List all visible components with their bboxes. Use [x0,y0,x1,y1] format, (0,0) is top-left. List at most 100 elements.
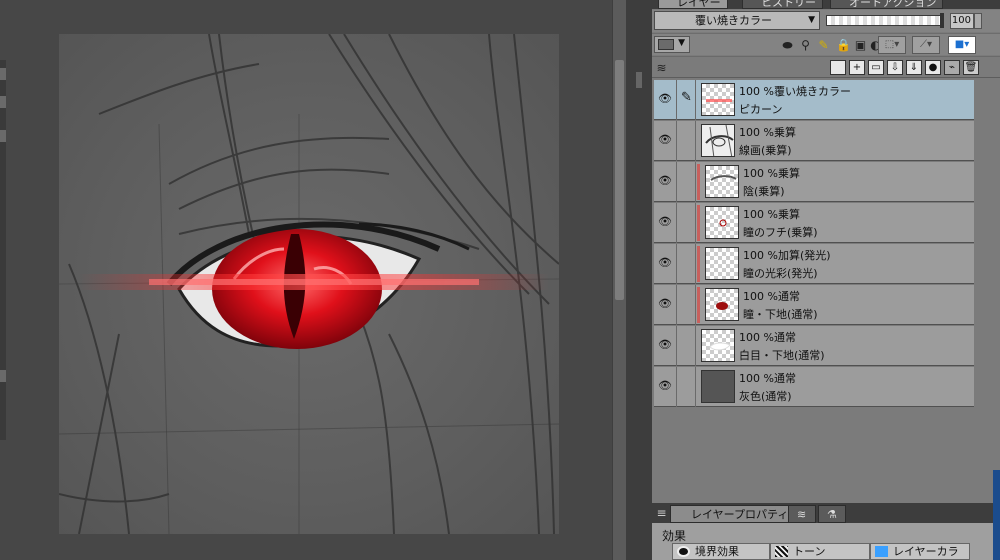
layer-opacity-mode: 100 %通常 [739,331,796,344]
layer-edit-toggle[interactable] [676,326,696,366]
opacity-slider[interactable] [826,13,944,28]
layer-thumbnail [701,370,735,403]
clipping-indicator [697,164,700,200]
layer-opacity-mode: 100 %通常 [743,290,800,303]
drawing-canvas[interactable] [59,34,559,534]
layer-opacity-mode: 100 %覆い焼きカラー [739,85,851,98]
chevron-down-icon: ▼ [808,15,815,25]
layer-name: 線画(乗算) [739,144,792,157]
layer-color-button[interactable]: ▼ [654,36,690,53]
layer-color-icon [875,546,888,557]
layer-row[interactable]: 👁 100 %通常瞳・下地(通常) [654,285,974,325]
layer-tools-row: ▼ ⬬ ⚲ ✎ 🔒 ▣ ◐ ⬚▾ ⟋▾ ■▾ [652,33,1000,55]
button-label: レイヤーカラー [893,545,959,558]
eye-icon[interactable]: 👁 [658,93,672,105]
eye-icon[interactable]: 👁 [658,339,672,351]
tone-button[interactable]: トーン [770,543,870,560]
opacity-spinner[interactable] [974,13,982,29]
layer-thumbnail [701,83,735,116]
layer-name: 瞳の光彩(発光) [743,267,818,280]
ruler-display-button[interactable]: ⟋▾ [912,36,940,54]
layer-edit-toggle[interactable] [676,162,696,202]
layer-row[interactable]: 👁 100 %乗算 線画(乗算) [654,121,974,161]
opacity-input[interactable]: 100 [950,13,974,29]
layer-row[interactable]: 👁 100 %通常白目・下地(通常) [654,326,974,366]
new-folder-icon[interactable]: ▭ [868,60,884,75]
edge-handle[interactable] [0,370,6,382]
transfer-down-icon[interactable]: ⇩ [887,60,903,75]
panel-menu-icon[interactable]: ≋ [654,60,669,76]
layer-row[interactable]: 👁 100 %乗算 瞳のフチ(乗算) [654,203,974,243]
layer-edit-toggle[interactable] [676,203,696,243]
layer-edit-toggle[interactable] [676,285,696,325]
layer-name: 陰(乗算) [743,185,785,198]
layer-opacity-mode: 100 %乗算 [743,208,800,221]
clipping-indicator [697,205,700,241]
tab-auto-action[interactable]: オートアクション [830,0,944,9]
new-raster-layer-icon[interactable] [830,60,846,75]
layer-edit-toggle[interactable] [676,367,696,407]
slider-handle[interactable] [940,13,944,28]
canvas-area[interactable] [0,0,612,560]
layer-thumbnail [705,247,739,280]
clipping-icon[interactable]: ⬬ [780,37,795,53]
eye-icon[interactable]: 👁 [658,257,672,269]
merge-down-icon[interactable]: ⇓ [906,60,922,75]
layer-row[interactable]: 👁 100 %加算(発光) 瞳の光彩(発光) [654,244,974,284]
clipping-indicator [697,246,700,282]
canvas-vertical-scrollbar[interactable] [612,0,626,560]
tone-icon [775,546,788,557]
layer-list-scrollbar[interactable] [976,80,998,410]
apply-mask-icon[interactable]: ⌁ [944,60,960,75]
button-label: トーン [793,545,826,558]
layer-edit-toggle[interactable] [676,121,696,161]
layers-icon: ≋ [797,508,807,521]
tab-history[interactable]: ヒストリー [742,0,823,9]
layer-color-effect-button[interactable]: レイヤーカラー [870,543,970,560]
layer-list: 👁 ✎ 100 %覆い焼きカラー ピカーン 👁 100 %乗算 線画(乗算) 👁 100 %乗算… [654,80,1000,410]
edge-handle[interactable] [0,130,6,142]
divider-handle[interactable] [636,72,642,88]
layer-opacity-mode: 100 %乗算 [743,167,800,180]
layer-thumbnail [701,329,735,362]
lock-icon[interactable]: 🔒 [836,37,851,53]
eye-icon[interactable]: 👁 [658,298,672,310]
layer-color-swatch-icon: ■▾ [954,39,970,50]
panel-divider[interactable] [626,0,652,560]
eye-icon[interactable]: 👁 [658,175,672,187]
reference-layer-icon[interactable]: ⚲ [798,37,813,53]
tab-layer-property[interactable]: レイヤープロパティ [670,505,796,523]
tab-layer-search[interactable]: ≋ [788,505,816,523]
layer-name: 白目・下地(通常) [739,349,825,362]
layer-thumbnail [705,288,739,321]
blend-mode-select[interactable]: 覆い焼きカラー ▼ [654,11,820,30]
eye-icon[interactable]: 👁 [658,216,672,228]
layer-name: 瞳・下地(通常) [743,308,818,321]
edge-handle[interactable] [0,96,6,108]
mask-display-button[interactable]: ⬚▾ [878,36,906,54]
lock-transparency-icon[interactable]: ▣ [853,37,868,53]
eye-icon[interactable]: 👁 [658,380,672,392]
right-edge-accent [993,470,1000,560]
layer-property-panel: 効果 境界効果 トーン レイヤーカラー [652,523,1000,560]
eye-icon[interactable]: 👁 [658,134,672,146]
layer-row[interactable]: 👁 ✎ 100 %覆い焼きカラー ピカーン [654,80,974,120]
layer-thumbnail [705,206,739,239]
delete-layer-icon[interactable]: 🗑 [963,60,979,75]
layer-thumbnail [701,124,735,157]
layer-color-swatch-button[interactable]: ■▾ [948,36,976,54]
tab-layer[interactable]: レイヤー [658,0,728,9]
scrollbar-thumb[interactable] [615,60,624,300]
layer-row[interactable]: 👁 100 %乗算 陰(乗算) [654,162,974,202]
left-toolbar-edge [0,60,6,440]
edge-handle[interactable] [0,68,6,80]
layer-mask-icon[interactable]: ● [925,60,941,75]
border-effect-button[interactable]: 境界効果 [672,543,770,560]
layer-edit-toggle[interactable] [676,244,696,284]
layer-opacity-mode: 100 %通常 [739,372,796,385]
panel-menu-icon[interactable]: ≡ [654,505,669,521]
new-vector-layer-icon[interactable]: + [849,60,865,75]
draft-layer-icon[interactable]: ✎ [816,37,831,53]
tab-material[interactable]: ⚗ [818,505,846,523]
layer-row[interactable]: 👁 100 %通常 灰色(通常) [654,367,974,407]
